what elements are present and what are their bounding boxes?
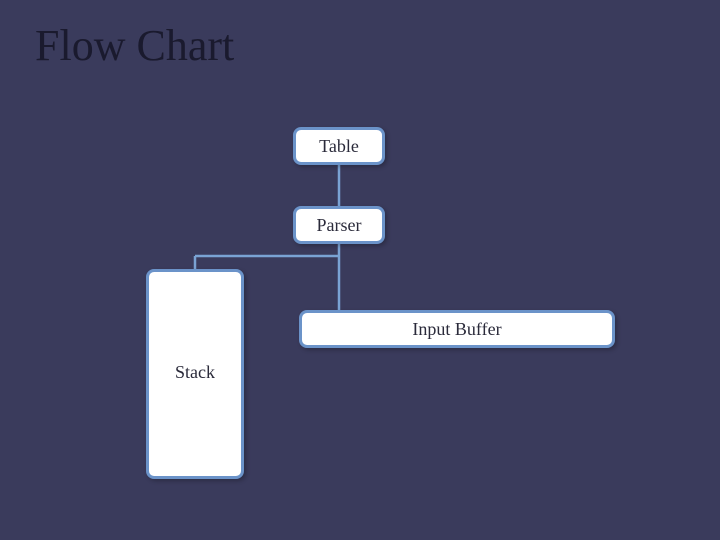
- node-parser: Parser: [293, 206, 385, 244]
- node-input-buffer: Input Buffer: [299, 310, 615, 348]
- node-table-label: Table: [319, 136, 359, 157]
- node-parser-label: Parser: [317, 215, 362, 236]
- node-table: Table: [293, 127, 385, 165]
- node-stack-label: Stack: [175, 362, 215, 383]
- connector-lines: [0, 0, 720, 540]
- node-stack: Stack: [146, 269, 244, 479]
- page-title: Flow Chart: [35, 20, 234, 71]
- node-input-buffer-label: Input Buffer: [412, 319, 501, 340]
